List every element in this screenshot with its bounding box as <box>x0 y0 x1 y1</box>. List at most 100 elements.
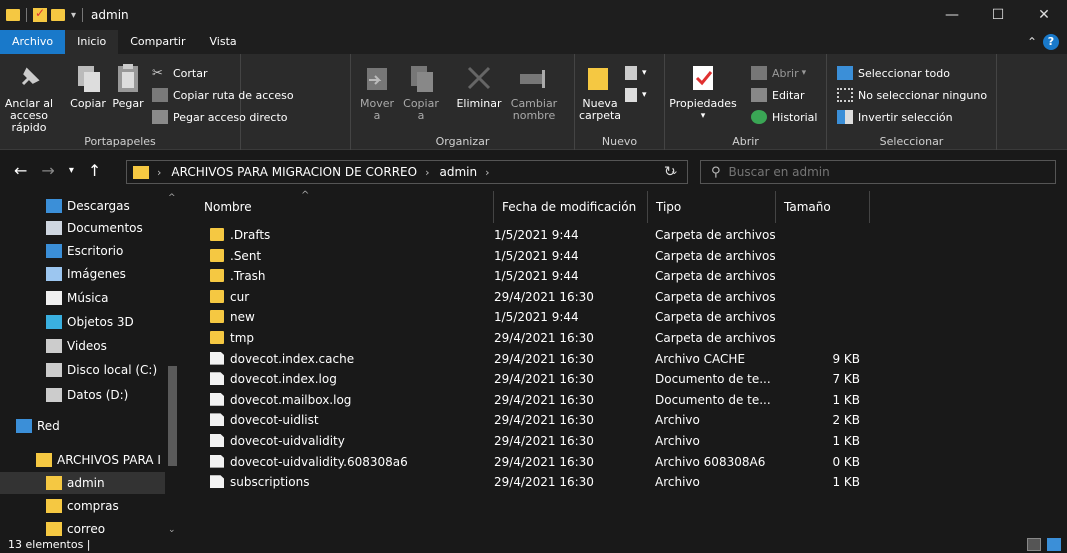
table-row[interactable]: subscriptions 29/4/2021 16:30 Archivo 1 KB <box>180 472 1067 492</box>
delete-button[interactable]: Eliminar <box>455 62 503 110</box>
select-all-button[interactable]: Seleccionar todo <box>837 66 950 80</box>
table-row[interactable]: dovecot-uidvalidity 29/4/2021 16:30 Archiv… <box>180 431 1067 451</box>
breadcrumb-archivos[interactable]: ARCHIVOS PARA MIGRACION DE CORREO <box>171 165 417 179</box>
copy-path-button[interactable]: Copiar ruta de acceso <box>152 88 294 102</box>
properties-icon <box>687 62 719 94</box>
nav-item[interactable]: compras <box>0 495 165 517</box>
rename-label: Cambiar nombre <box>510 97 558 122</box>
nav-item-label: correo <box>67 522 106 536</box>
table-row[interactable]: .Trash 1/5/2021 9:44 Carpeta de archivos <box>180 266 1067 286</box>
nav-scrollbar[interactable]: ^ ⌄ <box>165 191 180 537</box>
copy-to-button[interactable]: Copiar a <box>401 62 441 122</box>
nav-item[interactable]: Documentos <box>0 217 165 239</box>
nav-item[interactable]: Descargas <box>0 195 165 217</box>
back-arrow-icon[interactable]: ← <box>14 161 27 180</box>
documents-icon <box>46 221 62 235</box>
minimize-button[interactable]: — <box>929 0 975 30</box>
column-header-type[interactable]: Tipo <box>648 191 776 223</box>
refresh-icon[interactable]: ↻ <box>664 164 676 180</box>
table-row[interactable]: dovecot-uidlist 29/4/2021 16:30 Archivo 2 K… <box>180 410 1067 430</box>
column-header-date[interactable]: Fecha de modificación <box>494 191 648 223</box>
scissors-icon: ✂ <box>152 66 163 81</box>
breadcrumb-admin[interactable]: admin <box>440 165 478 179</box>
file-name: dovecot.mailbox.log <box>230 392 352 407</box>
chevron-right-icon[interactable]: › <box>425 166 429 179</box>
search-input[interactable] <box>728 165 1029 179</box>
chevron-right-icon[interactable]: › <box>485 166 489 179</box>
table-row[interactable]: tmp 29/4/2021 16:30 Carpeta de archivos <box>180 328 1067 348</box>
nav-item[interactable]: Objetos 3D <box>0 311 165 333</box>
chevron-right-icon[interactable]: › <box>157 166 161 179</box>
help-icon[interactable]: ? <box>1043 34 1059 50</box>
download-icon <box>46 199 62 213</box>
nav-item[interactable]: Datos (D:) <box>0 384 165 406</box>
table-row[interactable]: .Drafts 1/5/2021 9:44 Carpeta de archivos <box>180 225 1067 245</box>
rename-icon <box>518 62 550 94</box>
cut-button[interactable]: ✂ Cortar <box>152 66 208 81</box>
table-row[interactable]: cur 29/4/2021 16:30 Carpeta de archivos <box>180 287 1067 307</box>
scroll-up-icon[interactable]: ^ <box>168 193 176 203</box>
column-header-name[interactable]: ^ Nombre <box>196 190 494 223</box>
paste-shortcut-button[interactable]: Pegar acceso directo <box>152 110 288 124</box>
nav-item[interactable]: Imágenes <box>0 263 165 285</box>
file-size: 7 KB <box>832 372 860 387</box>
table-row[interactable]: new 1/5/2021 9:44 Carpeta de archivos <box>180 307 1067 327</box>
new-item-button[interactable]: ▾ <box>625 66 647 80</box>
properties-icon[interactable] <box>33 6 47 22</box>
search-box[interactable]: ⚲ <box>700 160 1056 184</box>
move-to-button[interactable]: Mover a <box>357 62 397 122</box>
nav-item[interactable]: ARCHIVOS PARA I <box>0 449 165 471</box>
copy-button[interactable]: Copiar <box>68 62 108 110</box>
table-row[interactable]: dovecot.index.cache 29/4/2021 16:30 Archiv… <box>180 349 1067 369</box>
column-header-size[interactable]: Tamaño <box>776 191 870 223</box>
nav-item[interactable]: Videos <box>0 335 165 357</box>
videos-icon <box>46 339 62 353</box>
close-button[interactable]: ✕ <box>1021 0 1067 30</box>
properties-button[interactable]: Propiedades ▾ <box>667 62 739 122</box>
paste-label: Pegar <box>112 97 144 110</box>
table-row[interactable]: dovecot-uidvalidity.608308a6 29/4/2021 16… <box>180 452 1067 472</box>
new-folder-button[interactable]: Nueva carpeta <box>579 62 621 122</box>
recent-locations-icon[interactable]: ▾ <box>69 165 74 180</box>
table-row[interactable]: .Sent 1/5/2021 9:44 Carpeta de archivos <box>180 246 1067 266</box>
invert-selection-button[interactable]: Invertir selección <box>837 110 953 124</box>
nav-item[interactable]: Escritorio <box>0 240 165 262</box>
rename-button[interactable]: Cambiar nombre <box>507 62 561 122</box>
forward-arrow-icon[interactable]: → <box>41 161 54 180</box>
file-type: Carpeta de archivos <box>655 289 776 304</box>
collapse-ribbon-icon[interactable]: ⌃ <box>1027 35 1037 49</box>
pin-quick-access-button[interactable]: Anclar al acceso rápido <box>2 62 56 134</box>
select-none-button[interactable]: No seleccionar ninguno <box>837 88 987 102</box>
address-bar[interactable]: › ARCHIVOS PARA MIGRACION DE CORREO › ad… <box>126 160 688 184</box>
customize-toolbar-icon[interactable]: ▾ <box>71 10 76 21</box>
scroll-down-icon[interactable]: ⌄ <box>168 525 176 535</box>
table-row[interactable]: dovecot.index.log 29/4/2021 16:30 Document… <box>180 369 1067 389</box>
file-size: 2 KB <box>832 413 860 428</box>
tab-vista[interactable]: Vista <box>198 30 249 54</box>
paste-button[interactable]: Pegar <box>108 62 148 110</box>
edit-button[interactable]: Editar <box>751 88 805 102</box>
nav-item[interactable]: Disco local (C:) <box>0 359 165 381</box>
open-button[interactable]: Abrir ▾ <box>751 66 806 80</box>
nav-item[interactable]: Red <box>0 415 165 437</box>
item-count: 13 elementos | <box>8 538 91 551</box>
tab-archivo[interactable]: Archivo <box>0 30 66 54</box>
table-row[interactable]: dovecot.mailbox.log 29/4/2021 16:30 Docume… <box>180 390 1067 410</box>
file-type: Carpeta de archivos <box>655 228 776 242</box>
nav-item[interactable]: admin <box>0 472 165 494</box>
nav-item[interactable]: Música <box>0 287 165 309</box>
sort-ascending-icon: ^ <box>301 190 310 201</box>
history-button[interactable]: Historial <box>751 110 817 124</box>
up-arrow-icon[interactable]: ↑ <box>88 161 101 180</box>
maximize-button[interactable]: ☐ <box>975 0 1021 30</box>
group-portapapeles: Anclar al acceso rápido Copiar Pegar ✂ C… <box>0 54 294 150</box>
tab-compartir[interactable]: Compartir <box>118 30 197 54</box>
easy-access-button[interactable]: ▾ <box>625 88 647 102</box>
file-name: dovecot-uidvalidity <box>230 434 345 448</box>
large-icons-view-icon[interactable] <box>1047 538 1061 551</box>
new-folder-icon[interactable] <box>51 9 65 21</box>
properties-label: Propiedades <box>669 97 737 110</box>
scroll-thumb[interactable] <box>168 366 177 466</box>
tab-inicio[interactable]: Inicio <box>65 30 119 54</box>
details-view-icon[interactable] <box>1027 538 1041 551</box>
